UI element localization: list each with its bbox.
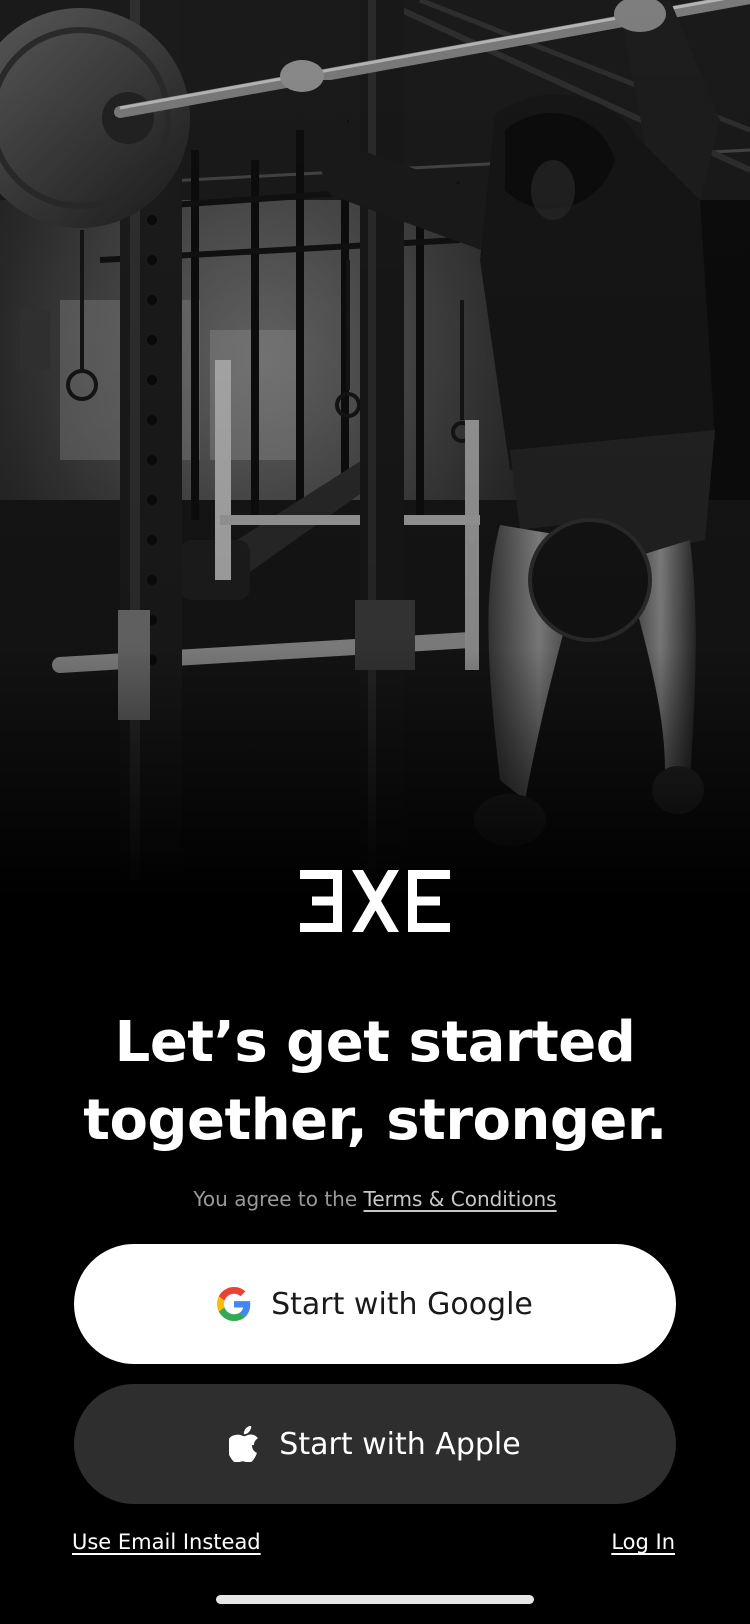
apple-button-label: Start with Apple [279,1426,521,1462]
hero-image [0,0,750,900]
terms-prefix: You agree to the [193,1187,364,1211]
terms-notice: You agree to the Terms & Conditions [0,1184,750,1214]
onboarding-screen: Let’s get started together, stronger. Yo… [0,0,750,1624]
google-icon [217,1287,251,1321]
app-logo [300,870,450,932]
home-indicator[interactable] [216,1595,534,1604]
page-title: Let’s get started together, stronger. [20,1004,730,1160]
google-button-label: Start with Google [271,1286,533,1322]
start-with-apple-button[interactable]: Start with Apple [74,1384,676,1504]
title-line-2: together, stronger. [83,1088,667,1153]
apple-icon [229,1426,259,1462]
terms-link[interactable]: Terms & Conditions [364,1187,557,1211]
log-in-link[interactable]: Log In [611,1530,675,1554]
start-with-google-button[interactable]: Start with Google [74,1244,676,1364]
use-email-link[interactable]: Use Email Instead [72,1530,261,1554]
title-line-1: Let’s get started [114,1010,636,1075]
